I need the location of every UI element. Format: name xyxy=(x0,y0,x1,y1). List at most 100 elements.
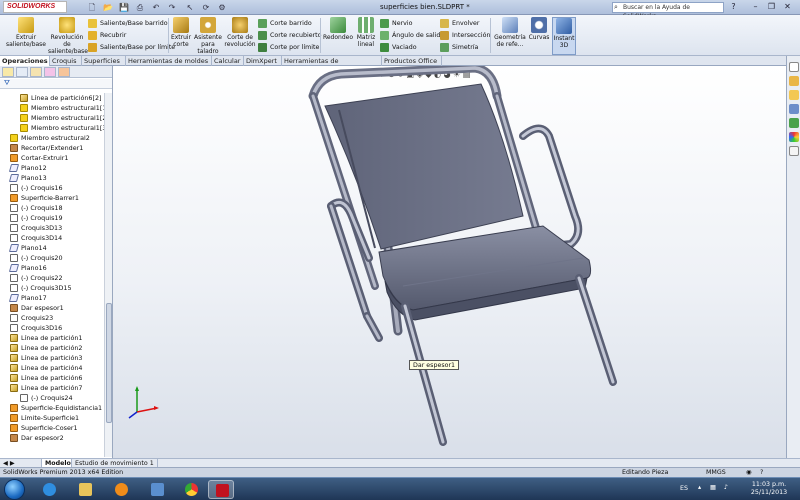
search-results-icon[interactable] xyxy=(789,118,799,128)
tree-scrollbar[interactable] xyxy=(104,93,112,457)
tree-item[interactable]: (-) Croquis22 xyxy=(10,273,63,283)
swept-cut-button[interactable]: Corte barrido xyxy=(258,18,312,29)
instant-3d-button[interactable]: Instant 3D xyxy=(552,17,576,55)
solidworks-logo[interactable]: SOLIDWORKS xyxy=(3,1,67,13)
file-explorer-icon[interactable] xyxy=(789,90,799,100)
tree-filter-bar[interactable]: ⛛ xyxy=(0,79,112,89)
tree-item[interactable]: Superficie-Barrer1 xyxy=(10,193,79,203)
help-question-icon[interactable]: ? xyxy=(728,2,739,12)
tree-item[interactable]: Miembro estructural1[3] xyxy=(20,123,104,133)
extrude-cut-button[interactable]: Extruir corte xyxy=(170,17,192,55)
mirror-button[interactable]: Simetría xyxy=(440,42,478,53)
start-button[interactable] xyxy=(4,479,25,500)
taskbar-media-player[interactable] xyxy=(108,480,134,499)
tree-item[interactable]: Línea de partición3 xyxy=(10,353,82,363)
rebuild-icon[interactable]: ⟳ xyxy=(200,2,212,13)
tree-item[interactable]: Límite-Superficie1 xyxy=(10,413,79,423)
tab-operaciones[interactable]: Operaciones xyxy=(0,56,50,66)
appearances-icon[interactable] xyxy=(789,132,799,142)
configuration-tab-icon[interactable] xyxy=(30,67,42,77)
units-label[interactable]: MMGS xyxy=(706,468,726,477)
revolve-cut-button[interactable]: Corte de revolución xyxy=(224,17,256,55)
intersect-button[interactable]: Intersección xyxy=(440,30,490,41)
tree-item[interactable]: Línea de partición7 xyxy=(10,383,82,393)
tree-item[interactable]: Línea de partición2 xyxy=(10,343,82,353)
loft-cut-button[interactable]: Corte recubierto xyxy=(258,30,322,41)
taskbar-app[interactable] xyxy=(144,480,170,499)
tree-item[interactable]: Plano14 xyxy=(8,243,47,253)
rib-button[interactable]: Nervio xyxy=(380,18,413,29)
tree-item[interactable]: (-) Croquis16 xyxy=(10,183,63,193)
taskbar-ie[interactable] xyxy=(36,480,62,499)
dimxpert-tab-icon[interactable] xyxy=(44,67,56,77)
chair-model[interactable] xyxy=(113,66,786,458)
draft-button[interactable]: Ángulo de salida xyxy=(380,30,444,41)
tray-arrow-icon[interactable]: ▴ xyxy=(698,484,701,491)
tab-herramientas-renderizado[interactable]: Herramientas de renderizado xyxy=(282,56,382,75)
tree-item[interactable]: Línea de partición6[2] xyxy=(20,93,102,103)
taskbar-solidworks[interactable] xyxy=(208,480,234,499)
tree-item[interactable]: Plano13 xyxy=(8,173,47,183)
help-status-icon[interactable]: ? xyxy=(760,468,763,477)
help-search-input[interactable]: ⌕Buscar en la Ayuda de SolidWorks xyxy=(612,2,724,20)
property-manager-tab-icon[interactable] xyxy=(16,67,28,77)
tree-item[interactable]: Plano12 xyxy=(8,163,47,173)
revolve-boss-button[interactable]: Revolución de saliente/base xyxy=(48,17,88,55)
tree-item[interactable]: Cortar-Extruir1 xyxy=(10,153,68,163)
hole-wizard-button[interactable]: Asistente para taladro xyxy=(194,17,222,55)
boundary-cut-button[interactable]: Corte por límite xyxy=(258,42,319,53)
print-icon[interactable]: ⎙ xyxy=(134,2,146,13)
tree-item[interactable]: (-) Croquis19 xyxy=(10,213,63,223)
reference-geometry-button[interactable]: Geometría de refe... xyxy=(492,17,528,55)
tree-item[interactable]: Croquis3D16 xyxy=(10,323,62,333)
tree-item[interactable]: Miembro estructural2 xyxy=(10,133,90,143)
wrap-button[interactable]: Envolver xyxy=(440,18,480,29)
loft-boss-button[interactable]: Recubrir xyxy=(88,30,126,41)
taskbar-chrome[interactable] xyxy=(178,480,204,499)
undo-icon[interactable]: ↶ xyxy=(150,2,162,13)
tree-item[interactable]: Miembro estructural1[1] xyxy=(20,103,104,113)
display-manager-tab-icon[interactable] xyxy=(58,67,70,77)
fillet-button[interactable]: Redondeo xyxy=(322,17,354,55)
tree-item[interactable]: Línea de partición4 xyxy=(10,363,82,373)
tab-dimxpert[interactable]: DimXpert xyxy=(244,56,282,66)
network-icon[interactable]: ▦ xyxy=(710,484,716,491)
tree-item[interactable]: Línea de partición6 xyxy=(10,373,82,383)
close-button[interactable]: ✕ xyxy=(782,2,793,12)
tree-item[interactable]: (-) Croquis20 xyxy=(10,253,63,263)
tree-item[interactable]: (-) Croquis18 xyxy=(10,203,63,213)
tab-calcular[interactable]: Calcular xyxy=(212,56,244,66)
tree-scrollbar-thumb[interactable] xyxy=(106,303,112,423)
feature-tree-tab-icon[interactable] xyxy=(2,67,14,77)
volume-icon[interactable]: ♪ xyxy=(724,484,728,491)
tree-item[interactable]: Dar espesor1 xyxy=(10,303,64,313)
extrude-boss-button[interactable]: Extruir saliente/base xyxy=(4,17,48,55)
tab-productos-office[interactable]: Productos Office xyxy=(382,56,442,66)
tree-item[interactable]: Superficie-Equidistancia1 xyxy=(10,403,102,413)
tree-item[interactable]: (-) Croquis3D15 xyxy=(10,283,72,293)
custom-properties-icon[interactable] xyxy=(789,146,799,156)
design-library-icon[interactable] xyxy=(789,76,799,86)
tree-item[interactable]: (-) Croquis24 xyxy=(20,393,73,403)
tab-croquis[interactable]: Croquis xyxy=(50,56,82,66)
tree-item[interactable]: Línea de partición1 xyxy=(10,333,82,343)
solidworks-resources-icon[interactable] xyxy=(789,62,799,72)
rebuild-status-icon[interactable]: ◉ xyxy=(746,468,752,477)
linear-pattern-button[interactable]: Matriz lineal xyxy=(354,17,378,55)
tree-item[interactable]: Dar espesor2 xyxy=(10,433,64,443)
taskbar-explorer[interactable] xyxy=(72,480,98,499)
redo-icon[interactable]: ↷ xyxy=(166,2,178,13)
options-gear-icon[interactable]: ⚙ xyxy=(216,2,228,13)
open-folder-icon[interactable]: 📂 xyxy=(102,2,114,13)
swept-boss-button[interactable]: Saliente/Base barrido xyxy=(88,18,168,29)
tree-item[interactable]: Plano16 xyxy=(8,263,47,273)
tree-item[interactable]: Plano17 xyxy=(8,293,47,303)
minimize-button[interactable]: – xyxy=(750,2,761,12)
tree-item[interactable]: Croquis23 xyxy=(10,313,53,323)
clock[interactable]: 11:03 p.m. 25/11/2013 xyxy=(746,481,792,497)
view-palette-icon[interactable] xyxy=(789,104,799,114)
graphics-viewport[interactable]: ⌕ ⊕ ↺ ▣ ◈ ◆ ◐ ◕ ☀ ▤ Dar espesor1 xyxy=(113,66,786,458)
select-cursor-icon[interactable]: ↖ xyxy=(184,2,196,13)
curves-button[interactable]: Curvas xyxy=(528,17,550,55)
boundary-boss-button[interactable]: Saliente/Base por límite xyxy=(88,42,175,53)
